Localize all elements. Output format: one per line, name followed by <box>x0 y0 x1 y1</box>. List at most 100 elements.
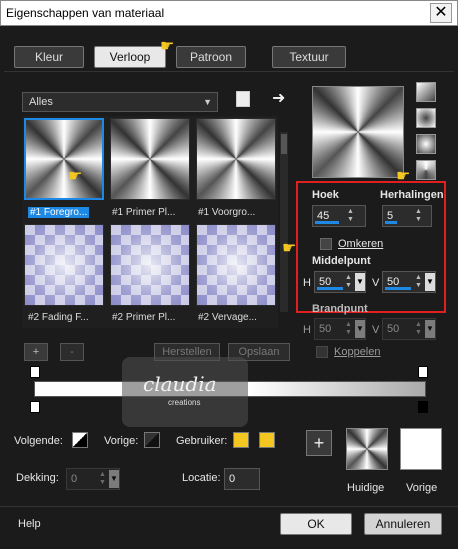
copy-icon[interactable] <box>236 91 250 107</box>
location-field[interactable]: 0 <box>224 468 260 490</box>
repeats-field[interactable]: 5 ▲ ▼ <box>382 205 432 227</box>
focal-label: Brandpunt <box>312 303 368 315</box>
color-stop-left[interactable] <box>30 401 40 413</box>
center-h-progress <box>317 287 343 290</box>
repeats-label: Herhalingen <box>380 189 444 201</box>
spinner-arrows-icon: ▲ ▼ <box>99 471 106 486</box>
library-item-1[interactable] <box>24 118 104 200</box>
spinner-arrows-icon[interactable]: ▲ ▼ <box>415 274 422 290</box>
footer-divider <box>0 506 458 507</box>
style-linear-button[interactable] <box>416 82 436 102</box>
location-label: Locatie: <box>182 472 221 484</box>
center-h-label: H <box>303 277 311 289</box>
watermark-name: claudia <box>143 372 217 396</box>
library-scroll-thumb[interactable] <box>281 134 287 154</box>
window-title: Eigenschappen van materiaal <box>6 6 165 20</box>
angle-label: Hoek <box>312 189 339 201</box>
library-item-3[interactable] <box>196 118 276 200</box>
spinner-arrows-icon: ▲ ▼ <box>345 321 352 336</box>
library-item-2-label: #1 Primer Pl... <box>112 207 176 218</box>
close-button[interactable]: ✕ <box>430 3 452 23</box>
opacity-value: 0 <box>71 473 78 485</box>
watermark-subtext: creations <box>168 398 201 407</box>
style-sunburst-button[interactable] <box>416 160 436 180</box>
chevron-down-icon[interactable]: ▼ <box>425 273 435 291</box>
library-item-3-label: #1 Voorgro... <box>198 207 256 218</box>
current-label: Huidige <box>347 482 385 494</box>
next-color-swatch[interactable] <box>72 432 88 448</box>
center-h-field[interactable]: 50 ▲ ▼ ▼ <box>314 271 366 293</box>
transparency-marker-right[interactable] <box>418 366 428 378</box>
chevron-down-icon[interactable]: ▼ <box>355 273 365 291</box>
chevron-down-icon: ▼ <box>203 97 212 107</box>
focal-v-value: 50 <box>387 323 400 335</box>
spinner-arrows-icon[interactable]: ▲ ▼ <box>415 208 422 224</box>
tab-patroon[interactable]: Patroon <box>176 46 246 68</box>
hand-pointer-icon: ☛ <box>282 240 297 257</box>
center-v-label: V <box>372 277 380 289</box>
link-label: Koppelen <box>334 346 381 358</box>
library-item-6-label: #2 Vervage... <box>198 312 257 323</box>
center-label: Middelpunt <box>312 255 371 267</box>
gradient-library: #1 Foregro... #1 Primer Pl... #1 Voorgro… <box>22 116 278 328</box>
library-item-2[interactable] <box>110 118 190 200</box>
arrow-right-icon[interactable]: ➜ <box>272 88 285 108</box>
add-to-library-button[interactable]: + <box>306 430 332 456</box>
hand-pointer-icon: ☛ <box>68 168 83 185</box>
focal-h-field: 50 ▲ ▼ ▼ <box>314 318 366 340</box>
gradient-preview[interactable] <box>312 86 404 178</box>
focal-h-label: H <box>303 324 311 336</box>
library-scrollbar[interactable] <box>280 132 288 312</box>
link-checkbox[interactable] <box>316 346 328 358</box>
center-v-field[interactable]: 50 ▲ ▼ ▼ <box>382 271 436 293</box>
previous-label: Vorige <box>406 482 438 494</box>
angle-progress <box>315 221 339 224</box>
category-dropdown[interactable]: Alles ▼ <box>22 92 218 112</box>
chevron-down-icon: ▼ <box>109 470 119 488</box>
repeats-progress <box>385 221 397 224</box>
add-stop-button[interactable]: + <box>24 343 48 361</box>
angle-field[interactable]: 45 ▲ ▼ <box>312 205 366 227</box>
prev-color-swatch[interactable] <box>144 432 160 448</box>
opacity-field: 0 ▲ ▼ ▼ <box>66 468 120 490</box>
chevron-down-icon: ▼ <box>425 320 435 338</box>
category-value: Alles <box>29 96 53 108</box>
tab-verloop[interactable]: Verloop <box>94 46 166 68</box>
opacity-label: Dekking: <box>16 472 59 484</box>
spinner-arrows-icon[interactable]: ▲ ▼ <box>347 208 354 224</box>
spinner-arrows-icon[interactable]: ▲ ▼ <box>345 274 352 290</box>
user-color-swatch-1[interactable] <box>233 432 249 448</box>
help-link[interactable]: Help <box>18 518 41 530</box>
previous-preview <box>400 428 442 470</box>
user-color-label: Gebruiker: <box>176 435 228 447</box>
spinner-arrows-icon: ▲ ▼ <box>415 321 422 336</box>
user-color-swatch-2[interactable] <box>259 432 275 448</box>
focal-v-label: V <box>372 324 380 336</box>
focal-h-value: 50 <box>319 323 332 335</box>
focal-v-field: 50 ▲ ▼ ▼ <box>382 318 436 340</box>
library-item-5-label: #2 Primer Pl... <box>112 312 176 323</box>
remove-stop-button[interactable]: - <box>60 343 84 361</box>
library-item-6[interactable] <box>196 224 276 306</box>
color-stop-right[interactable] <box>418 401 428 413</box>
library-item-4[interactable] <box>24 224 104 306</box>
center-v-progress <box>385 287 411 290</box>
cancel-button[interactable]: Annuleren <box>364 513 442 535</box>
ok-button[interactable]: OK <box>280 513 352 535</box>
next-color-label: Volgende: <box>14 435 63 447</box>
prev-color-label: Vorige: <box>104 435 139 447</box>
reverse-checkbox[interactable] <box>320 238 332 250</box>
transparency-marker-left[interactable] <box>30 366 40 378</box>
hand-pointer-icon: ☛ <box>160 38 175 55</box>
library-item-1-label: #1 Foregro... <box>28 207 90 218</box>
library-item-4-label: #2 Fading F... <box>28 312 89 323</box>
location-value: 0 <box>229 473 236 485</box>
reverse-label: Omkeren <box>338 238 384 250</box>
library-item-5[interactable] <box>110 224 190 306</box>
tab-kleur[interactable]: Kleur <box>14 46 84 68</box>
style-rectangular-button[interactable] <box>416 108 436 128</box>
current-preview <box>346 428 388 470</box>
style-radial-button[interactable] <box>416 134 436 154</box>
tab-textuur[interactable]: Textuur <box>272 46 346 68</box>
chevron-down-icon: ▼ <box>355 320 365 338</box>
